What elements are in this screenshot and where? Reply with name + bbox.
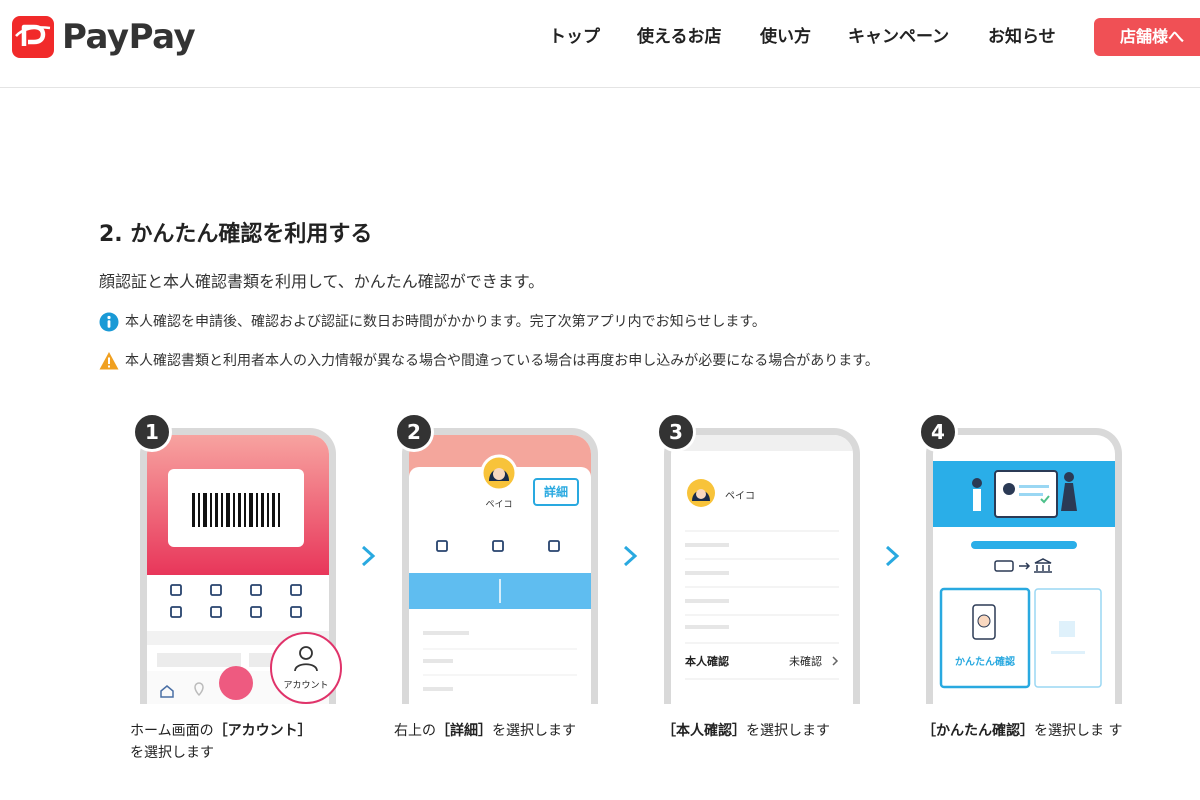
account-screen-illustration bbox=[409, 435, 591, 704]
for-merchants-button[interactable]: 店舗様へ bbox=[1094, 18, 1200, 56]
caption-suffix: を選択します bbox=[492, 723, 576, 739]
account-highlight-circle: アカウント bbox=[270, 632, 342, 704]
caption-bold: ［アカウント］ bbox=[213, 723, 312, 739]
identity-row-label: 本人確認 bbox=[685, 655, 729, 668]
profile-name: ペイコ bbox=[485, 500, 513, 510]
caption-suffix: を選択します bbox=[130, 745, 214, 761]
site-header: PayPay トップ 使えるお店 使い方 キャンペーン お知らせ 店舗様へ bbox=[0, 0, 1200, 88]
identity-row-status: 未確認 bbox=[789, 655, 822, 668]
step-2-caption: 右上の［詳細］を選択します bbox=[394, 720, 624, 742]
step-1: 1 アカウント bbox=[132, 412, 342, 712]
caption-bold: ［かんたん確認］ bbox=[922, 723, 1034, 739]
caption-suffix: を選択します bbox=[746, 723, 830, 739]
account-label: アカウント bbox=[283, 681, 329, 691]
paypay-logo-icon[interactable] bbox=[12, 16, 54, 58]
nav-news[interactable]: お知らせ bbox=[988, 24, 1056, 50]
warning-icon bbox=[99, 352, 119, 370]
step-number-badge: 1 bbox=[132, 412, 172, 452]
step-3: 3 ペイコ 本人確認 未確認 bbox=[656, 412, 866, 712]
phone-mockup-verify: かんたん確認 bbox=[926, 428, 1122, 704]
info-note-text: 本人確認を申請後、確認および認証に数日お時間がかかります。完了次第アプリ内でお知… bbox=[125, 314, 766, 330]
nav-how-to[interactable]: 使い方 bbox=[760, 24, 811, 50]
step-2: 2 詳細 ペイコ bbox=[394, 412, 604, 712]
user-icon bbox=[294, 646, 318, 672]
step-1-caption: ホーム画面の［アカウント］ を選択します bbox=[130, 720, 360, 764]
logo-text[interactable]: PayPay bbox=[62, 16, 196, 58]
section-lead: 顔認証と本人確認書類を利用して、かんたん確認ができます。 bbox=[99, 272, 545, 291]
info-icon bbox=[99, 312, 119, 332]
step-3-caption: ［本人確認］を選択します bbox=[662, 720, 892, 742]
caption-suffix: を選択しま す bbox=[1034, 723, 1123, 739]
section-title: 2. かんたん確認を利用する bbox=[99, 222, 373, 247]
step-number-badge: 3 bbox=[656, 412, 696, 452]
caption-prefix: ホーム画面の bbox=[130, 723, 214, 739]
caption-bold: ［詳細］ bbox=[436, 723, 492, 739]
easy-verify-option: かんたん確認 bbox=[955, 657, 1015, 668]
nav-stores[interactable]: 使えるお店 bbox=[637, 24, 722, 50]
step-4-caption: ［かんたん確認］を選択しま す bbox=[922, 720, 1142, 742]
chevron-right-icon bbox=[361, 545, 376, 567]
chevron-right-icon bbox=[885, 545, 900, 567]
detail-button: 詳細 bbox=[543, 485, 568, 499]
phone-mockup-account: 詳細 ペイコ bbox=[402, 428, 598, 704]
profile-name: ペイコ bbox=[725, 491, 755, 502]
chevron-right-icon bbox=[623, 545, 638, 567]
caption-bold: ［本人確認］ bbox=[662, 723, 746, 739]
caption-prefix: 右上の bbox=[394, 723, 436, 739]
warning-note-text: 本人確認書類と利用者本人の入力情報が異なる場合や間違っている場合は再度お申し込み… bbox=[125, 353, 879, 369]
step-4: 4 かんたん確認 bbox=[918, 412, 1128, 712]
step-number-badge: 2 bbox=[394, 412, 434, 452]
step-number-badge: 4 bbox=[918, 412, 958, 452]
nav-top[interactable]: トップ bbox=[549, 24, 600, 50]
phone-mockup-details: ペイコ 本人確認 未確認 bbox=[664, 428, 860, 704]
nav-campaign[interactable]: キャンペーン bbox=[848, 24, 949, 50]
